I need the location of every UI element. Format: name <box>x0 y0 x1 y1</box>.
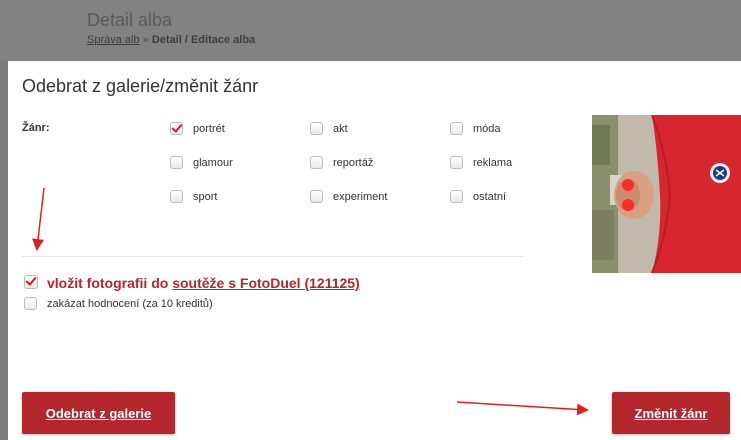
genre-checkbox-reklama[interactable] <box>450 156 463 169</box>
remove-from-gallery-button[interactable]: Odebrat z galerie <box>22 392 175 434</box>
disable-rating-checkbox[interactable] <box>24 297 37 310</box>
modal-title: Odebrat z galerie/změnit žánr <box>22 76 259 96</box>
genre-label-portret: portrét <box>193 123 225 135</box>
background-page: Detail alba Správa alb » Detail / Editac… <box>0 0 741 60</box>
breadcrumb-current: Detail / Editace alba <box>151 34 256 46</box>
genre-label-moda: móda <box>473 123 501 135</box>
genre-label-glamour: glamour <box>193 157 233 169</box>
genre-label-sport: sport <box>193 191 218 203</box>
genre-checkbox-ostatni[interactable] <box>450 190 463 203</box>
breadcrumb-separator: » <box>142 34 149 46</box>
genre-label-reklama: reklama <box>473 157 513 169</box>
contest-checkbox[interactable] <box>24 275 38 289</box>
genre-label-ostatni: ostatní <box>473 191 507 203</box>
genre-checkbox-reportaz[interactable] <box>310 156 323 169</box>
genre-label-akt: akt <box>333 123 348 135</box>
genre-modal: Odebrat z galerie/změnit žánr Žánr: port… <box>8 61 741 440</box>
divider <box>22 256 523 257</box>
genre-checkbox-experiment[interactable] <box>310 190 323 203</box>
genre-label: Žánr: <box>22 122 50 134</box>
genre-checkbox-glamour[interactable] <box>170 156 183 169</box>
contest-label: vložit fotografii do soutěže s FotoDuel … <box>47 275 360 291</box>
page-title: Detail alba <box>87 10 173 30</box>
genre-checkbox-sport[interactable] <box>170 190 183 203</box>
genre-checkbox-portret[interactable] <box>170 122 183 135</box>
breadcrumb-link-album-management[interactable]: Správa alb <box>87 34 140 46</box>
photo-thumbnail <box>592 115 741 273</box>
breadcrumb: Správa alb » Detail / Editace alba <box>87 34 255 46</box>
genre-checkbox-moda[interactable] <box>450 122 463 135</box>
change-genre-button[interactable]: Změnit žánr <box>612 392 730 434</box>
genre-checkbox-akt[interactable] <box>310 122 323 135</box>
disable-rating-label: zakázat hodnocení (za 10 kreditů) <box>47 298 213 310</box>
contest-label-prefix: vložit fotografii do <box>47 275 173 291</box>
genre-label-reportaz: reportáž <box>333 157 374 169</box>
genre-label-experiment: experiment <box>333 191 388 203</box>
contest-link[interactable]: soutěže s FotoDuel (121125) <box>172 275 360 291</box>
